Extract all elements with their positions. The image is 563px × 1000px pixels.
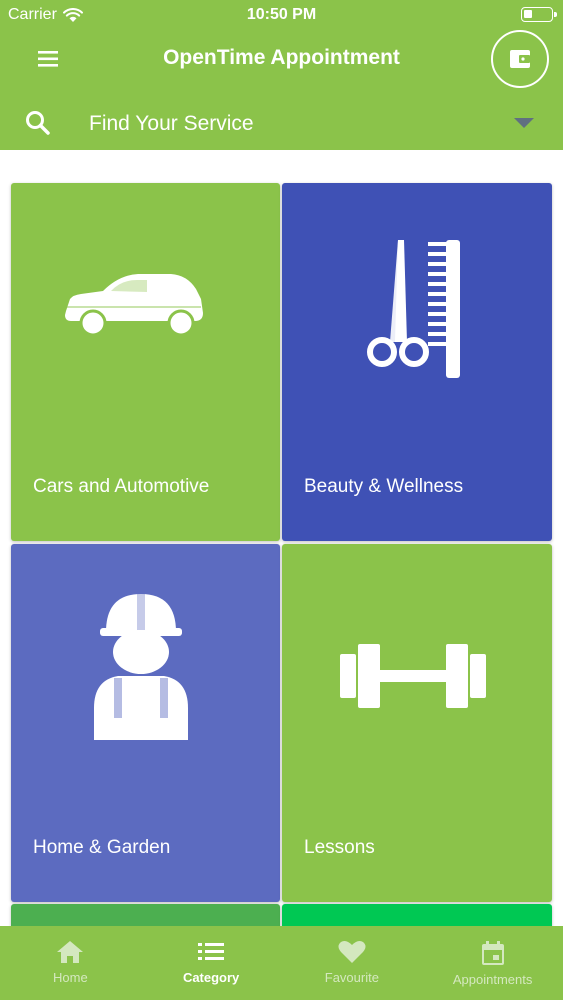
category-tile[interactable]: Home & Garden [11, 544, 280, 902]
dumbbell-icon [340, 644, 486, 708]
wallet-icon [510, 50, 530, 68]
list-icon [198, 943, 225, 960]
category-tile[interactable] [282, 904, 552, 926]
search-bar[interactable]: Find Your Service [0, 100, 563, 148]
category-tile[interactable]: Cars and Automotive [11, 183, 280, 541]
battery-level [524, 10, 532, 18]
car-icon [65, 274, 203, 337]
dropdown-arrow-icon[interactable] [514, 118, 534, 128]
home-icon [57, 941, 84, 963]
tab-favourite[interactable]: Favourite [282, 926, 423, 1000]
tab-category[interactable]: Category [141, 926, 282, 1000]
status-bar: Carrier 10:50 PM [0, 0, 563, 30]
search-input[interactable]: Find Your Service [89, 112, 254, 136]
category-grid: Cars and Automotive Beauty & Wellness Ho… [0, 150, 563, 926]
app-header: Carrier 10:50 PM OpenTime Appointment Fi… [0, 0, 563, 150]
battery-icon [521, 7, 557, 22]
category-label: Home & Garden [33, 837, 171, 858]
tab-label: Category [182, 970, 240, 985]
search-icon [26, 111, 50, 135]
status-time: 10:50 PM [246, 6, 317, 23]
tab-label: Home [53, 970, 88, 985]
tab-label: Appointments [452, 972, 533, 987]
page-title: OpenTime Appointment [163, 46, 400, 69]
wallet-button[interactable] [491, 30, 549, 88]
tab-label: Favourite [324, 970, 379, 985]
worker-icon [94, 594, 188, 740]
category-label: Beauty & Wellness [304, 476, 464, 497]
category-label: Lessons [304, 837, 375, 858]
category-tile[interactable]: Beauty & Wellness [282, 183, 552, 541]
category-tile[interactable]: Lessons [282, 544, 552, 902]
calendar-icon [481, 941, 504, 965]
scissors-comb-icon [367, 240, 460, 378]
heart-icon [338, 941, 366, 963]
category-tile[interactable] [11, 904, 280, 926]
category-label: Cars and Automotive [33, 476, 210, 497]
tab-home[interactable]: Home [0, 926, 141, 1000]
bottom-tab-bar: Home Category Favourite Appointments [0, 926, 563, 1000]
tab-appointments[interactable]: Appointments [422, 926, 563, 1000]
